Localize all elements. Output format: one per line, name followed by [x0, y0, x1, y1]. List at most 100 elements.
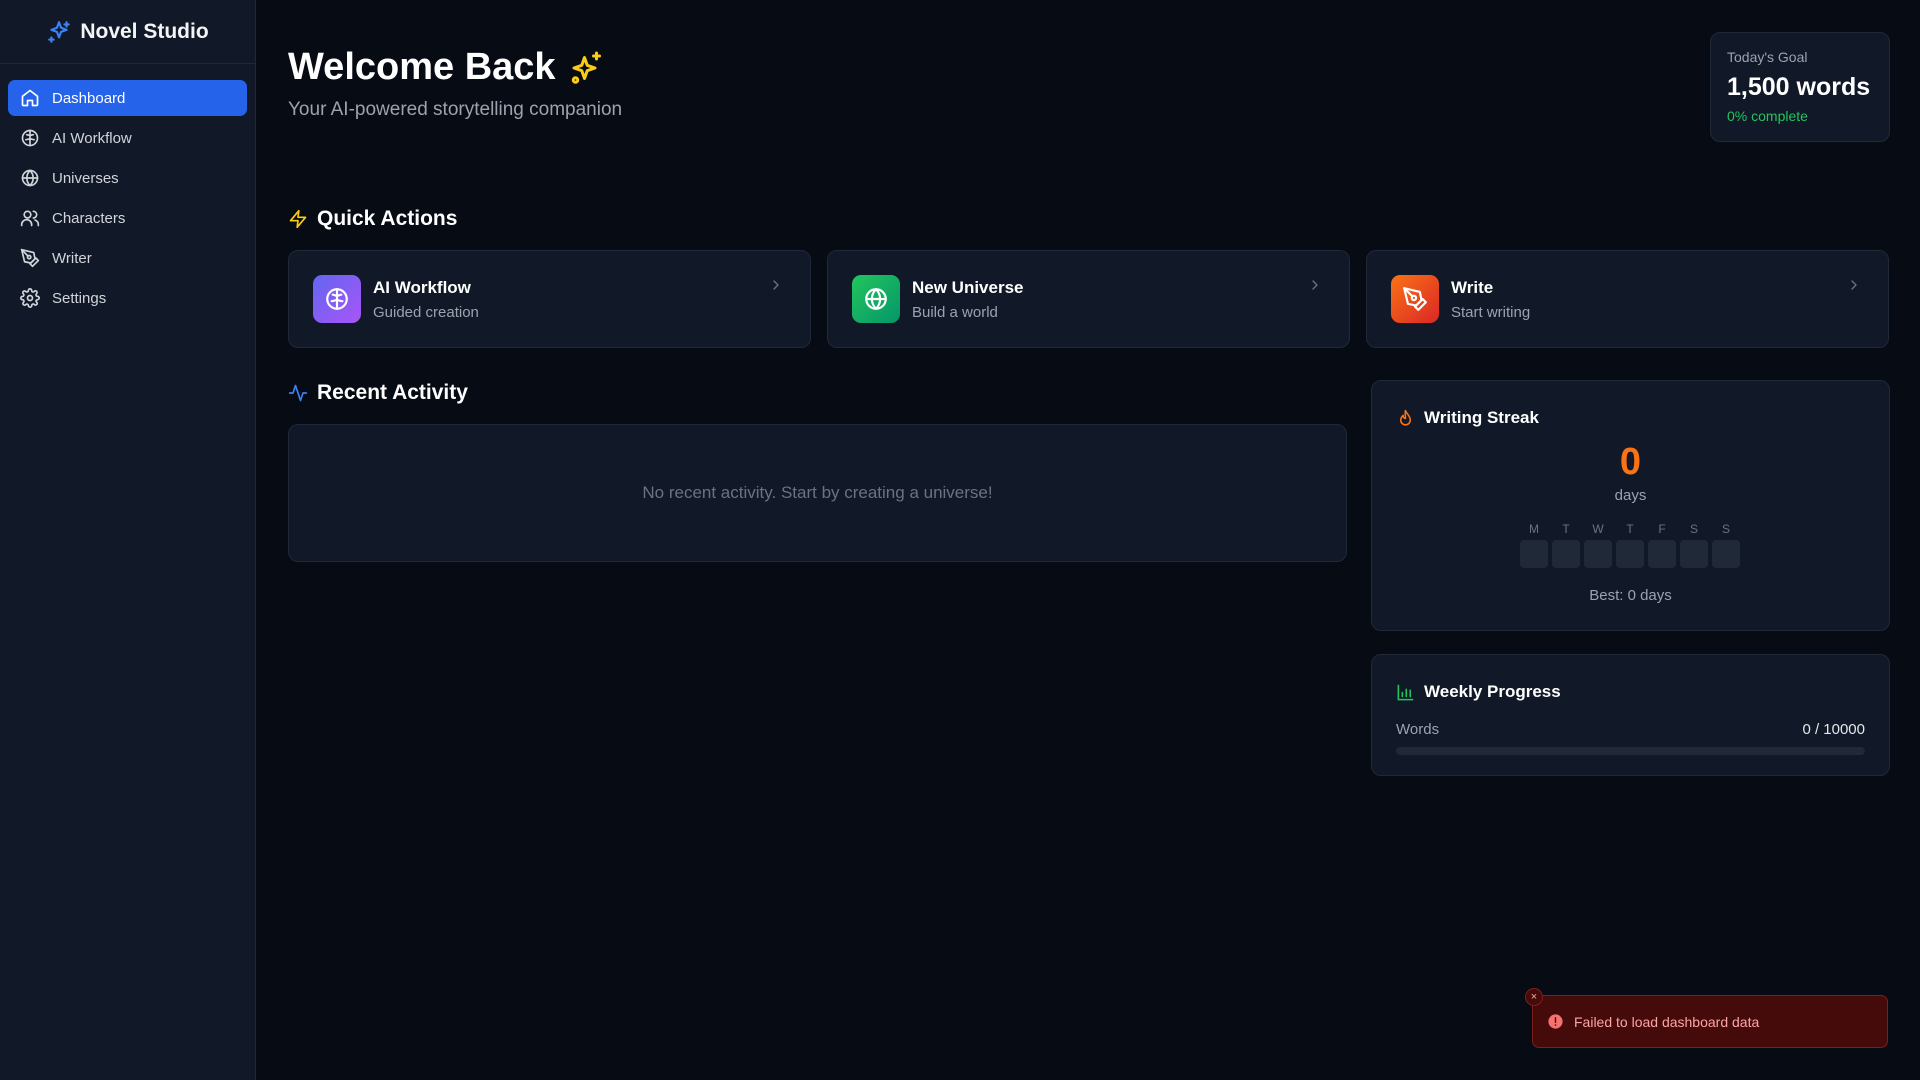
- weekly-progress-value: 0 / 10000: [1802, 721, 1865, 738]
- streak-days: M T W T F S S: [1520, 522, 1740, 568]
- quick-action-text: New Universe Build a world: [912, 278, 1024, 321]
- quick-action-subtitle: Guided creation: [373, 303, 479, 321]
- quick-action-title: AI Workflow: [373, 277, 471, 297]
- recent-activity-card: No recent activity. Start by creating a …: [288, 424, 1347, 562]
- quick-action-title: New Universe: [912, 277, 1024, 297]
- day-letter: W: [1592, 522, 1604, 536]
- quick-action-text: Write Start writing: [1451, 278, 1530, 321]
- empty-state-text: No recent activity. Start by creating a …: [642, 483, 993, 502]
- streak-day: M: [1520, 522, 1548, 568]
- day-box: [1520, 540, 1548, 568]
- chevron-right-icon: [1851, 280, 1857, 290]
- globe-icon-tile: [852, 275, 900, 323]
- writing-streak-card: Writing Streak 0 days M T W T F S S Best…: [1371, 380, 1890, 631]
- globe-icon: [865, 288, 887, 310]
- flame-icon: [1399, 409, 1412, 426]
- goal-value: 1,500 words: [1727, 73, 1871, 101]
- card-heading: Writing Streak: [1396, 408, 1539, 428]
- sidebar-item-label: Settings: [52, 289, 107, 307]
- sparkles-icon: [48, 20, 71, 43]
- quick-action-write[interactable]: Write Start writing: [1366, 250, 1889, 348]
- gear-icon: [20, 288, 40, 308]
- sparkles-icon: [571, 51, 601, 84]
- day-letter: S: [1721, 522, 1730, 536]
- brain-icon-tile: [313, 275, 361, 323]
- streak-day: S: [1712, 522, 1740, 568]
- page-title-text: Welcome Back: [288, 46, 556, 88]
- sidebar-item-label: Dashboard: [52, 89, 126, 107]
- brain-icon: [21, 129, 39, 147]
- app-name: Novel Studio: [80, 19, 209, 43]
- brain-icon: [326, 288, 348, 310]
- sidebar-item-label: AI Workflow: [52, 129, 132, 147]
- todays-goal-card: Today's Goal 1,500 words 0% complete: [1710, 32, 1890, 142]
- chevron-right-icon: [1312, 280, 1318, 290]
- sidebar-nav: Dashboard AI Workflow Universes Characte…: [0, 64, 255, 332]
- streak-day: T: [1552, 522, 1580, 568]
- quick-action-subtitle: Start writing: [1451, 303, 1531, 321]
- bar-chart-icon: [1397, 684, 1414, 700]
- pen-tool-icon: [20, 248, 40, 268]
- zap-icon: [289, 209, 307, 229]
- page-subtitle: Your AI-powered storytelling companion: [288, 99, 623, 120]
- sidebar-item-characters[interactable]: Characters: [8, 200, 247, 236]
- sidebar-item-label: Universes: [52, 169, 119, 187]
- activity-icon: [288, 384, 308, 402]
- quick-action-text: AI Workflow Guided creation: [373, 278, 479, 321]
- section-title-text: Recent Activity: [317, 381, 468, 404]
- streak-unit: days: [1614, 487, 1647, 504]
- card-heading: Weekly Progress: [1396, 682, 1561, 702]
- error-toast: × Failed to load dashboard data: [1525, 988, 1888, 1048]
- sidebar-item-ai-workflow[interactable]: AI Workflow: [8, 120, 247, 156]
- day-letter: F: [1658, 522, 1666, 536]
- streak-day: S: [1680, 522, 1708, 568]
- day-letter: S: [1689, 522, 1698, 536]
- quick-action-new-universe[interactable]: New Universe Build a world: [827, 250, 1350, 348]
- day-box: [1712, 540, 1740, 568]
- weekly-progress-label: Words: [1396, 721, 1440, 738]
- day-box: [1584, 540, 1612, 568]
- sidebar: Novel Studio Dashboard AI Workflow Unive…: [0, 0, 256, 1080]
- sidebar-item-writer[interactable]: Writer: [8, 240, 247, 276]
- sidebar-item-label: Writer: [52, 249, 92, 267]
- alert-circle-icon: [1548, 1014, 1563, 1029]
- goal-label: Today's Goal: [1727, 49, 1808, 65]
- weekly-progress-row: Words 0 / 10000: [1396, 721, 1865, 738]
- day-letter: T: [1626, 522, 1634, 536]
- page-title: Welcome Back: [288, 46, 604, 89]
- sidebar-item-dashboard[interactable]: Dashboard: [8, 80, 247, 116]
- pen-tool-icon-tile: [1391, 275, 1439, 323]
- day-box: [1552, 540, 1580, 568]
- day-box: [1648, 540, 1676, 568]
- weekly-progress-bar: [1396, 747, 1865, 755]
- goal-progress: 0% complete: [1727, 108, 1808, 124]
- streak-best: Best: 0 days: [1589, 587, 1672, 604]
- main-content: Welcome Back Your AI-powered storytellin…: [288, 0, 1890, 1080]
- quick-action-subtitle: Build a world: [912, 303, 998, 321]
- card-title: Writing Streak: [1424, 408, 1539, 427]
- card-title: Weekly Progress: [1424, 682, 1561, 701]
- quick-actions-heading: Quick Actions: [288, 207, 457, 231]
- recent-activity-heading: Recent Activity: [288, 381, 468, 405]
- toast-message: Failed to load dashboard data: [1574, 1013, 1760, 1030]
- pen-tool-icon: [1403, 287, 1427, 311]
- quick-action-ai-workflow[interactable]: AI Workflow Guided creation: [288, 250, 811, 348]
- sidebar-item-label: Characters: [52, 209, 126, 227]
- close-icon[interactable]: ×: [1525, 988, 1543, 1006]
- sidebar-item-universes[interactable]: Universes: [8, 160, 247, 196]
- day-letter: T: [1562, 522, 1570, 536]
- day-box: [1616, 540, 1644, 568]
- section-title-text: Quick Actions: [317, 207, 458, 230]
- sidebar-item-settings[interactable]: Settings: [8, 280, 247, 316]
- day-box: [1680, 540, 1708, 568]
- quick-action-title: Write: [1451, 277, 1494, 297]
- streak-day: W: [1584, 522, 1612, 568]
- globe-icon: [21, 169, 39, 187]
- streak-day: F: [1648, 522, 1676, 568]
- weekly-progress-card: Weekly Progress Words 0 / 10000: [1371, 654, 1890, 776]
- users-icon: [20, 210, 40, 227]
- chevron-right-icon: [773, 280, 779, 290]
- streak-day: T: [1616, 522, 1644, 568]
- brand[interactable]: Novel Studio: [0, 0, 255, 64]
- home-icon: [21, 89, 39, 107]
